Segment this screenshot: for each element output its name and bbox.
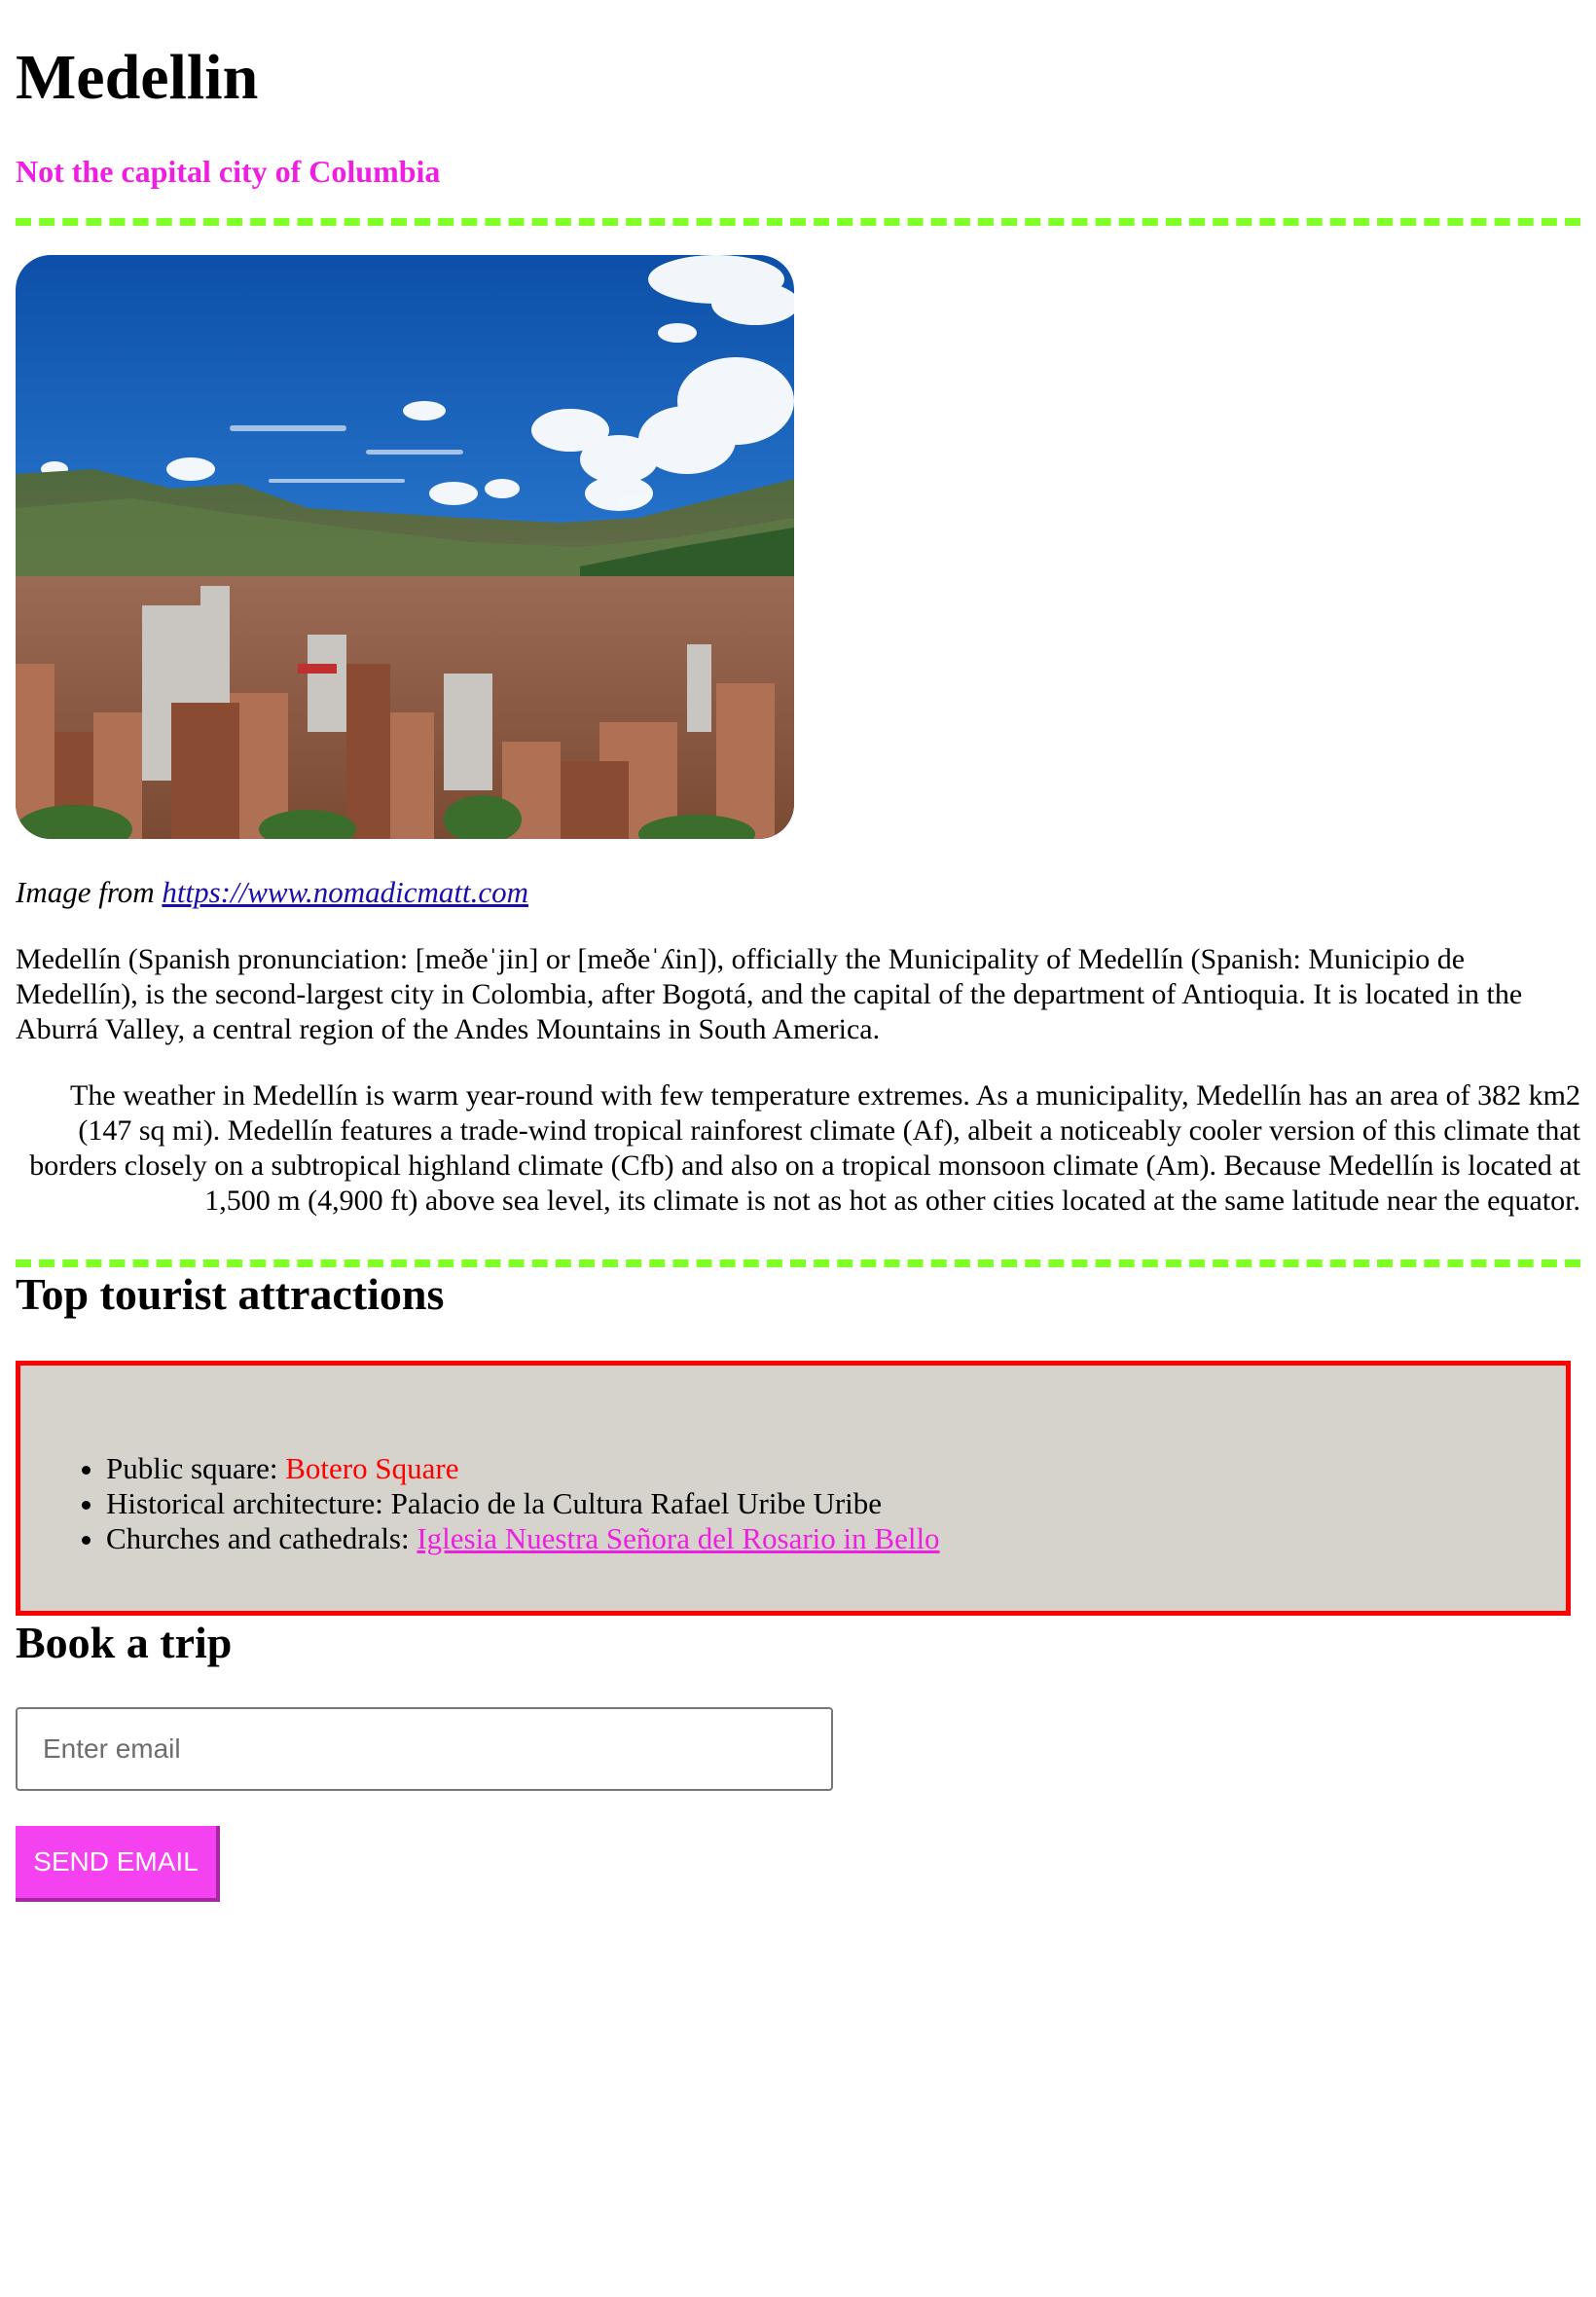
intro-paragraph: Medellín (Spanish pronunciation: [meðeˈj… bbox=[16, 943, 1523, 1045]
attractions-box: Public square: Botero Square Historical … bbox=[16, 1361, 1571, 1616]
attractions-heading: Top tourist attractions bbox=[16, 1269, 445, 1319]
image-caption: Image from https://www.nomadicmatt.com bbox=[16, 874, 1580, 911]
weather-paragraph: The weather in Medellín is warm year-rou… bbox=[29, 1079, 1580, 1217]
attractions-list: Public square: Botero Square Historical … bbox=[20, 1451, 940, 1556]
city-skyline-image bbox=[16, 255, 794, 839]
list-item: Churches and cathedrals: Iglesia Nuestra… bbox=[106, 1521, 940, 1556]
attraction-label: Churches and cathedrals: bbox=[106, 1521, 417, 1555]
attraction-value: Palacio de la Cultura Rafael Uribe Uribe bbox=[390, 1486, 883, 1520]
medellin-city-photo bbox=[16, 255, 794, 839]
divider-top bbox=[16, 218, 1580, 226]
divider-bottom bbox=[16, 1259, 1580, 1267]
page-subtitle: Not the capital city of Columbia bbox=[16, 154, 441, 189]
email-input[interactable] bbox=[16, 1707, 833, 1791]
attraction-label: Public square: bbox=[106, 1451, 286, 1485]
attraction-label: Historical architecture: bbox=[106, 1486, 391, 1520]
caption-prefix: Image from bbox=[16, 875, 163, 909]
attraction-link[interactable]: Iglesia Nuestra Señora del Rosario in Be… bbox=[417, 1521, 939, 1555]
page: Medellin Not the capital city of Columbi… bbox=[16, 0, 1580, 1902]
image-source-link[interactable]: https://www.nomadicmatt.com bbox=[162, 875, 528, 909]
page-title: Medellin bbox=[16, 42, 259, 113]
attraction-value: Botero Square bbox=[285, 1451, 459, 1485]
list-item: Historical architecture: Palacio de la C… bbox=[106, 1486, 940, 1521]
booking-heading: Book a trip bbox=[16, 1618, 233, 1667]
send-email-button[interactable]: SEND EMAIL bbox=[16, 1826, 220, 1902]
list-item: Public square: Botero Square bbox=[106, 1451, 940, 1486]
